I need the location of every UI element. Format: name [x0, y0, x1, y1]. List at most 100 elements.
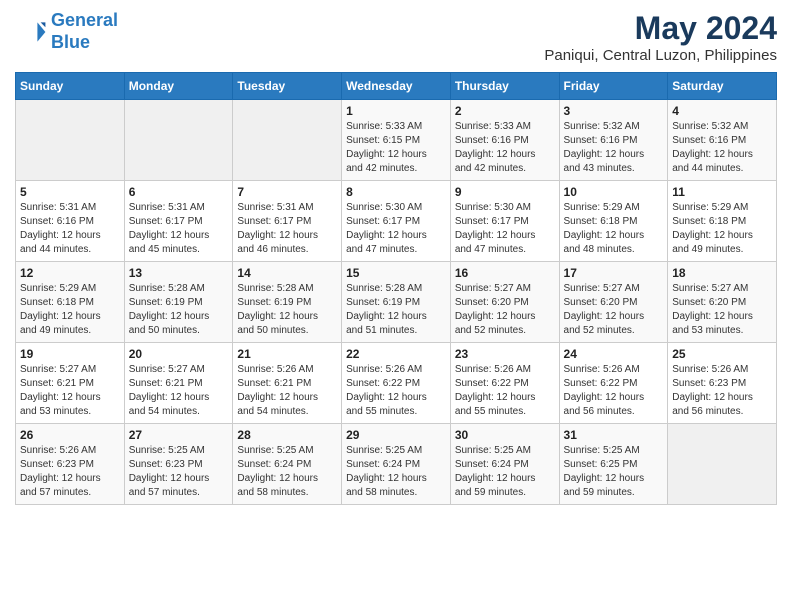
day-cell: 29 Sunrise: 5:25 AM Sunset: 6:24 PM Dayli…: [342, 424, 451, 505]
day-info: Sunrise: 5:27 AM Sunset: 6:20 PM Dayligh…: [455, 282, 555, 338]
day-cell: [16, 100, 125, 181]
day-number: 13: [129, 266, 229, 280]
day-info: Sunrise: 5:28 AM Sunset: 6:19 PM Dayligh…: [129, 282, 229, 338]
day-info: Sunrise: 5:28 AM Sunset: 6:19 PM Dayligh…: [346, 282, 446, 338]
day-cell: 22 Sunrise: 5:26 AM Sunset: 6:22 PM Dayli…: [342, 343, 451, 424]
day-cell: 9 Sunrise: 5:30 AM Sunset: 6:17 PM Daylig…: [450, 181, 559, 262]
day-cell: 21Sunrise: 5:26 AM Sunset: 6:21 PM Dayli…: [233, 343, 342, 424]
day-number: 20: [129, 347, 229, 361]
day-number: 17: [564, 266, 664, 280]
day-cell: [124, 100, 233, 181]
day-cell: 16 Sunrise: 5:27 AM Sunset: 6:20 PM Dayli…: [450, 262, 559, 343]
day-info: Sunrise: 5:25 AM Sunset: 6:24 PM Dayligh…: [346, 444, 446, 500]
day-number: 18: [672, 266, 772, 280]
day-cell: 2Sunrise: 5:33 AM Sunset: 6:16 PM Daylig…: [450, 100, 559, 181]
day-number: 15: [346, 266, 446, 280]
day-header-tuesday: Tuesday: [233, 73, 342, 100]
day-info: Sunrise: 5:29 AM Sunset: 6:18 PM Dayligh…: [20, 282, 120, 338]
calendar-header: SundayMondayTuesdayWednesdayThursdayFrid…: [16, 73, 777, 100]
day-cell: 31 Sunrise: 5:25 AM Sunset: 6:25 PM Dayli…: [559, 424, 668, 505]
day-number: 3: [564, 104, 664, 118]
day-cell: 10 Sunrise: 5:29 AM Sunset: 6:18 PM Dayli…: [559, 181, 668, 262]
day-info: Sunrise: 5:26 AM Sunset: 6:23 PM Dayligh…: [20, 444, 120, 500]
day-number: 28: [237, 428, 337, 442]
day-number: 21: [237, 347, 337, 361]
day-info: Sunrise: 5:29 AM Sunset: 6:18 PM Dayligh…: [564, 201, 664, 257]
day-number: 27: [129, 428, 229, 442]
day-cell: 28 Sunrise: 5:25 AM Sunset: 6:24 PM Dayli…: [233, 424, 342, 505]
day-number: 5: [20, 185, 120, 199]
day-number: 10: [564, 185, 664, 199]
day-info: Sunrise: 5:25 AM Sunset: 6:23 PM Dayligh…: [129, 444, 229, 500]
day-number: 8: [346, 185, 446, 199]
day-number: 11: [672, 185, 772, 199]
day-info: Sunrise: 5:26 AM Sunset: 6:22 PM Dayligh…: [564, 363, 664, 419]
calendar-table: SundayMondayTuesdayWednesdayThursdayFrid…: [15, 72, 777, 505]
day-number: 1: [346, 104, 446, 118]
day-info: Sunrise: 5:25 AM Sunset: 6:24 PM Dayligh…: [237, 444, 337, 500]
day-info: Sunrise: 5:26 AM Sunset: 6:22 PM Dayligh…: [455, 363, 555, 419]
day-number: 22: [346, 347, 446, 361]
header-row: SundayMondayTuesdayWednesdayThursdayFrid…: [16, 73, 777, 100]
day-cell: 18Sunrise: 5:27 AM Sunset: 6:20 PM Dayli…: [668, 262, 777, 343]
day-info: Sunrise: 5:33 AM Sunset: 6:16 PM Dayligh…: [455, 120, 555, 176]
day-cell: 12 Sunrise: 5:29 AM Sunset: 6:18 PM Dayli…: [16, 262, 125, 343]
day-cell: 23 Sunrise: 5:26 AM Sunset: 6:22 PM Dayli…: [450, 343, 559, 424]
day-info: Sunrise: 5:31 AM Sunset: 6:16 PM Dayligh…: [20, 201, 120, 257]
day-cell: 25Sunrise: 5:26 AM Sunset: 6:23 PM Dayli…: [668, 343, 777, 424]
day-cell: 27 Sunrise: 5:25 AM Sunset: 6:23 PM Dayli…: [124, 424, 233, 505]
day-cell: 24 Sunrise: 5:26 AM Sunset: 6:22 PM Dayli…: [559, 343, 668, 424]
day-number: 23: [455, 347, 555, 361]
day-number: 31: [564, 428, 664, 442]
day-cell: 13 Sunrise: 5:28 AM Sunset: 6:19 PM Dayli…: [124, 262, 233, 343]
day-number: 29: [346, 428, 446, 442]
week-row-1: 1 Sunrise: 5:33 AM Sunset: 6:15 PM Daylig…: [16, 100, 777, 181]
day-cell: 6Sunrise: 5:31 AM Sunset: 6:17 PM Daylig…: [124, 181, 233, 262]
day-cell: 19Sunrise: 5:27 AM Sunset: 6:21 PM Dayli…: [16, 343, 125, 424]
day-cell: 7 Sunrise: 5:31 AM Sunset: 6:17 PM Daylig…: [233, 181, 342, 262]
title-area: May 2024 Paniqui, Central Luzon, Philipp…: [544, 10, 777, 64]
day-header-wednesday: Wednesday: [342, 73, 451, 100]
day-info: Sunrise: 5:26 AM Sunset: 6:23 PM Dayligh…: [672, 363, 772, 419]
day-number: 16: [455, 266, 555, 280]
day-header-sunday: Sunday: [16, 73, 125, 100]
day-info: Sunrise: 5:26 AM Sunset: 6:22 PM Dayligh…: [346, 363, 446, 419]
day-cell: 14Sunrise: 5:28 AM Sunset: 6:19 PM Dayli…: [233, 262, 342, 343]
day-cell: [233, 100, 342, 181]
week-row-3: 12 Sunrise: 5:29 AM Sunset: 6:18 PM Dayli…: [16, 262, 777, 343]
logo-icon: [15, 16, 47, 48]
day-info: Sunrise: 5:31 AM Sunset: 6:17 PM Dayligh…: [237, 201, 337, 257]
day-number: 12: [20, 266, 120, 280]
day-cell: [668, 424, 777, 505]
day-number: 6: [129, 185, 229, 199]
day-header-saturday: Saturday: [668, 73, 777, 100]
day-number: 14: [237, 266, 337, 280]
day-cell: 15 Sunrise: 5:28 AM Sunset: 6:19 PM Dayli…: [342, 262, 451, 343]
day-cell: 17Sunrise: 5:27 AM Sunset: 6:20 PM Dayli…: [559, 262, 668, 343]
day-header-friday: Friday: [559, 73, 668, 100]
day-info: Sunrise: 5:30 AM Sunset: 6:17 PM Dayligh…: [346, 201, 446, 257]
day-number: 26: [20, 428, 120, 442]
day-info: Sunrise: 5:25 AM Sunset: 6:25 PM Dayligh…: [564, 444, 664, 500]
page-header: General Blue May 2024 Paniqui, Central L…: [15, 10, 777, 64]
day-number: 7: [237, 185, 337, 199]
week-row-4: 19Sunrise: 5:27 AM Sunset: 6:21 PM Dayli…: [16, 343, 777, 424]
day-number: 30: [455, 428, 555, 442]
day-info: Sunrise: 5:30 AM Sunset: 6:17 PM Dayligh…: [455, 201, 555, 257]
day-cell: 20 Sunrise: 5:27 AM Sunset: 6:21 PM Dayli…: [124, 343, 233, 424]
day-info: Sunrise: 5:29 AM Sunset: 6:18 PM Dayligh…: [672, 201, 772, 257]
day-info: Sunrise: 5:27 AM Sunset: 6:21 PM Dayligh…: [129, 363, 229, 419]
day-number: 24: [564, 347, 664, 361]
day-cell: 8 Sunrise: 5:30 AM Sunset: 6:17 PM Daylig…: [342, 181, 451, 262]
day-info: Sunrise: 5:27 AM Sunset: 6:21 PM Dayligh…: [20, 363, 120, 419]
day-info: Sunrise: 5:32 AM Sunset: 6:16 PM Dayligh…: [564, 120, 664, 176]
week-row-5: 26 Sunrise: 5:26 AM Sunset: 6:23 PM Dayli…: [16, 424, 777, 505]
main-title: May 2024: [544, 10, 777, 47]
day-info: Sunrise: 5:33 AM Sunset: 6:15 PM Dayligh…: [346, 120, 446, 176]
calendar-body: 1 Sunrise: 5:33 AM Sunset: 6:15 PM Daylig…: [16, 100, 777, 505]
day-cell: 3 Sunrise: 5:32 AM Sunset: 6:16 PM Daylig…: [559, 100, 668, 181]
day-cell: 5 Sunrise: 5:31 AM Sunset: 6:16 PM Daylig…: [16, 181, 125, 262]
day-cell: 30Sunrise: 5:25 AM Sunset: 6:24 PM Dayli…: [450, 424, 559, 505]
day-number: 4: [672, 104, 772, 118]
day-number: 9: [455, 185, 555, 199]
